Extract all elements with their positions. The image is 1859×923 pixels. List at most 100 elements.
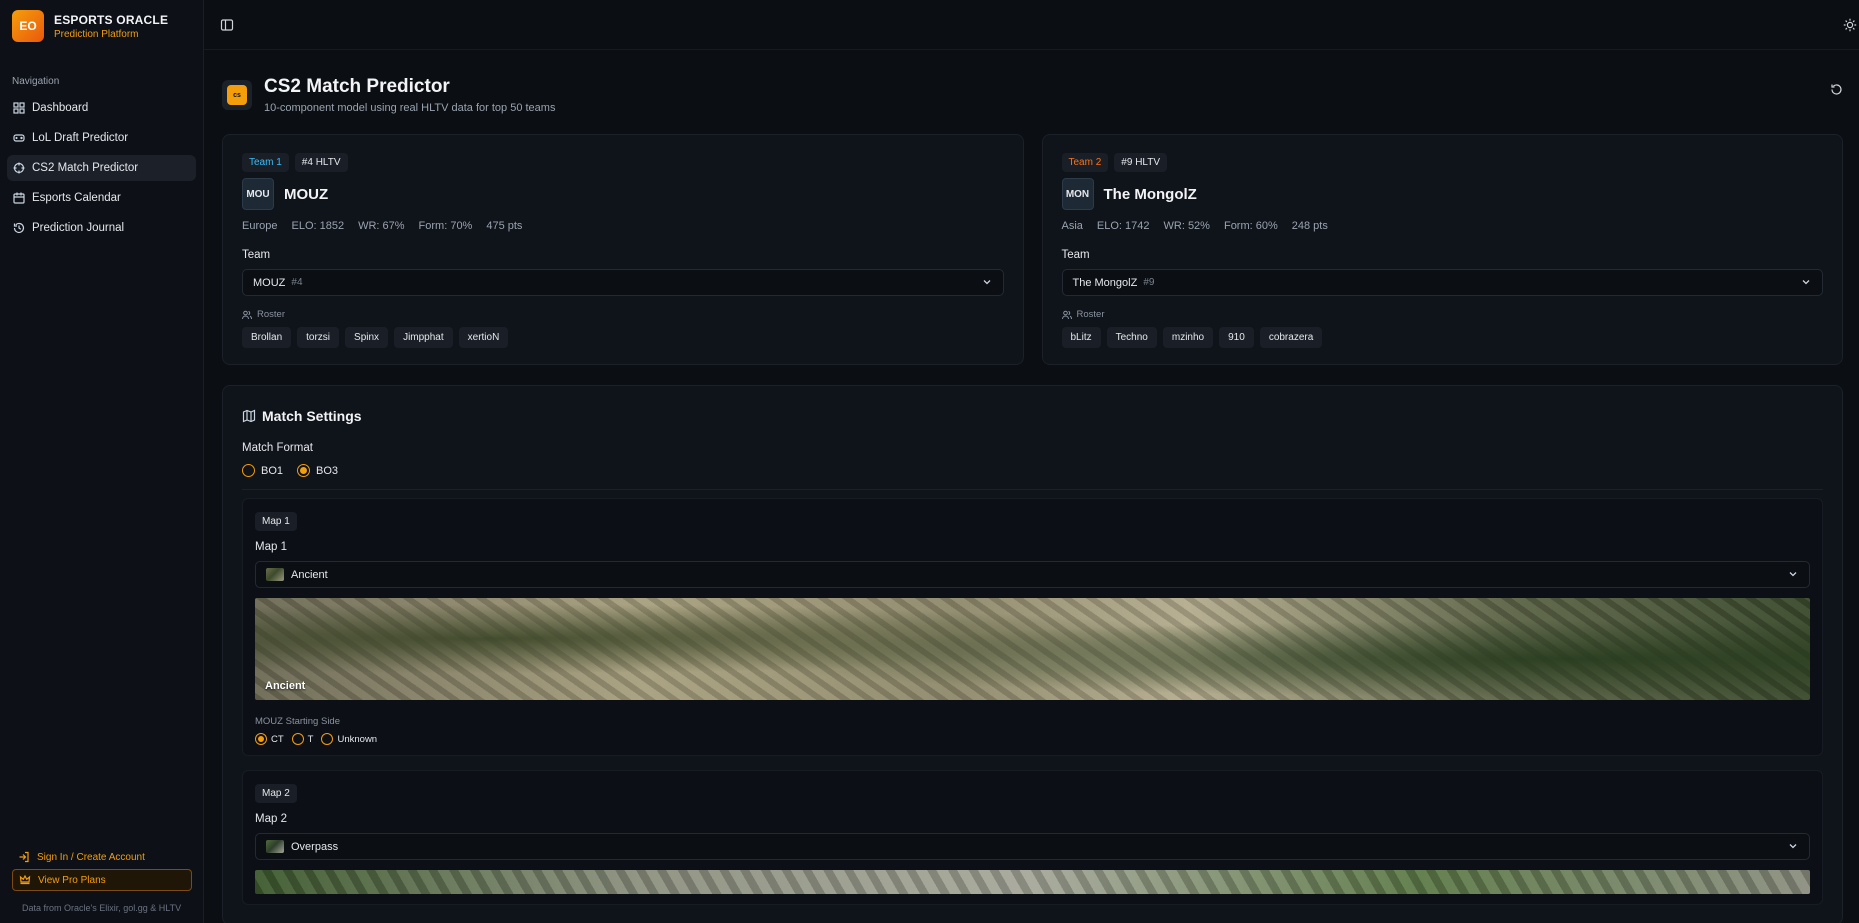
map2-select[interactable]: Overpass <box>255 833 1810 860</box>
sign-in-label: Sign In / Create Account <box>37 851 145 863</box>
side-t-label: T <box>307 733 314 745</box>
radio-dot <box>321 733 334 745</box>
history-icon <box>13 222 25 234</box>
team2-select[interactable]: The MongolZ #9 <box>1061 269 1823 296</box>
team2-points: 248 pts <box>1291 220 1328 232</box>
sidebar-item-dashboard[interactable]: Dashboard <box>7 95 196 121</box>
team2-roster: bLitz Techno mzinho 910 cobrazera <box>1061 327 1824 348</box>
sidebar-item-lol-draft[interactable]: LoL Draft Predictor <box>7 125 196 151</box>
chevron-down-icon <box>1800 276 1812 291</box>
gamepad-icon <box>13 132 25 144</box>
view-pro-plans-button[interactable]: View Pro Plans <box>12 869 192 891</box>
sidebar-item-journal[interactable]: Prediction Journal <box>7 215 196 241</box>
format-bo1-label: BO1 <box>261 464 284 477</box>
brand-subtitle: Prediction Platform <box>54 28 139 40</box>
side-ct-radio[interactable]: CT <box>255 733 284 745</box>
format-bo1-radio[interactable]: BO1 <box>242 464 283 477</box>
team2-name: The MongolZ <box>1103 185 1197 203</box>
map1-badge: Map 1 <box>255 512 297 531</box>
map2-select-value: Overpass <box>291 840 339 853</box>
team1-elo: ELO: 1852 <box>291 220 345 232</box>
login-icon <box>18 851 30 863</box>
match-format-group: BO1 BO3 <box>242 464 1823 477</box>
users-icon <box>1061 310 1072 320</box>
team1-select[interactable]: MOUZ #4 <box>242 269 1004 296</box>
team2-elo: ELO: 1742 <box>1096 220 1150 232</box>
sidebar-toggle-icon[interactable] <box>218 16 236 34</box>
side-unknown-label: Unknown <box>337 733 378 745</box>
team1-roster-label-text: Roster <box>257 309 285 320</box>
format-bo3-radio[interactable]: BO3 <box>297 464 338 477</box>
map2-thumbnail <box>266 840 284 853</box>
sidebar-item-calendar[interactable]: Esports Calendar <box>7 185 196 211</box>
side-t-radio[interactable]: T <box>291 733 314 745</box>
match-settings-title: Match Settings <box>242 408 1823 424</box>
team2-select-rank: #9 <box>1143 277 1155 288</box>
match-settings-title-text: Match Settings <box>262 408 362 424</box>
team1-card: Team 1 #4 HLTV MOU MOUZ Europe ELO: 1852… <box>222 134 1024 365</box>
map1-block: Map 1 Map 1 Ancient Ancient MOUZ Startin… <box>242 498 1823 756</box>
brand-logo: EO <box>12 10 44 42</box>
sign-in-link[interactable]: Sign In / Create Account <box>12 845 192 869</box>
team1-select-rank: #4 <box>291 277 303 288</box>
team1-badge: Team 1 <box>242 153 289 172</box>
map1-image: Ancient <box>255 598 1810 700</box>
team2-winrate: WR: 52% <box>1163 220 1210 232</box>
page-title: CS2 Match Predictor <box>264 76 450 97</box>
nav-heading: Navigation <box>12 76 60 87</box>
player-chip: cobrazera <box>1259 327 1323 348</box>
map2-label: Map 2 <box>255 813 287 825</box>
team2-team-label: Team <box>1061 249 1090 261</box>
team1-team-label: Team <box>242 249 271 261</box>
map1-thumbnail <box>266 568 284 581</box>
sidebar-item-label: CS2 Match Predictor <box>32 162 139 174</box>
team1-roster: Brollan torzsi Spinx Jimpphat xertioN <box>242 327 1004 348</box>
match-settings-card: Match Settings Match Format BO1 BO3 Map … <box>222 385 1843 923</box>
player-chip: Brollan <box>242 327 292 348</box>
chevron-down-icon <box>1787 840 1799 855</box>
sidebar-item-label: LoL Draft Predictor <box>32 132 129 144</box>
team1-rank-badge: #4 HLTV <box>294 153 348 172</box>
team1-roster-label: Roster <box>242 309 1004 320</box>
player-chip: Spinx <box>345 327 389 348</box>
team2-rank-badge: #9 HLTV <box>1114 153 1168 172</box>
cs2-logo: cs <box>222 80 252 110</box>
users-icon <box>242 310 252 320</box>
starting-side-label: MOUZ Starting Side <box>255 716 340 727</box>
map1-label: Map 1 <box>255 541 287 553</box>
sidebar-item-cs2-predictor[interactable]: CS2 Match Predictor <box>7 155 196 181</box>
brand-title: ESPORTS ORACLE <box>54 12 169 27</box>
cs2-logo-text: cs <box>227 85 247 105</box>
sun-icon[interactable] <box>1841 16 1859 34</box>
main-content: cs CS2 Match Predictor 10-component mode… <box>204 0 1859 923</box>
map1-select[interactable]: Ancient <box>255 561 1810 588</box>
team1-form: Form: 70% <box>418 220 473 232</box>
divider <box>242 489 1823 490</box>
chevron-down-icon <box>981 276 993 291</box>
sidebar-item-label: Prediction Journal <box>32 222 125 234</box>
match-format-label: Match Format <box>242 442 313 454</box>
team2-card: Team 2 #9 HLTV MON The MongolZ Asia ELO:… <box>1041 134 1843 365</box>
team2-roster-label-text: Roster <box>1076 309 1105 320</box>
side-ct-label: CT <box>271 733 284 745</box>
topbar <box>204 0 1859 50</box>
player-chip: torzsi <box>297 327 340 348</box>
side-unknown-radio[interactable]: Unknown <box>321 733 377 745</box>
team1-winrate: WR: 67% <box>358 220 405 232</box>
map1-select-value: Ancient <box>291 568 328 581</box>
team1-name: MOUZ <box>284 185 329 203</box>
dashboard-icon <box>13 102 25 114</box>
radio-dot <box>291 733 304 745</box>
team1-logo: MOU <box>242 178 274 210</box>
radio-dot <box>242 464 255 477</box>
refresh-icon[interactable] <box>1827 80 1845 98</box>
player-chip: Jimpphat <box>394 327 453 348</box>
pro-plans-label: View Pro Plans <box>38 874 106 886</box>
player-chip: mzinho <box>1162 327 1214 348</box>
data-source-note: Data from Oracle's Elixir, gol.gg & HLTV <box>22 903 182 913</box>
team1-stats: Europe ELO: 1852 WR: 67% Form: 70% 475 p… <box>242 220 1004 232</box>
team2-stats: Asia ELO: 1742 WR: 52% Form: 60% 248 pts <box>1062 220 1824 232</box>
brand[interactable]: EO ESPORTS ORACLE Prediction Platform <box>0 0 203 52</box>
player-chip: bLitz <box>1061 327 1101 348</box>
format-bo3-label: BO3 <box>316 464 339 477</box>
